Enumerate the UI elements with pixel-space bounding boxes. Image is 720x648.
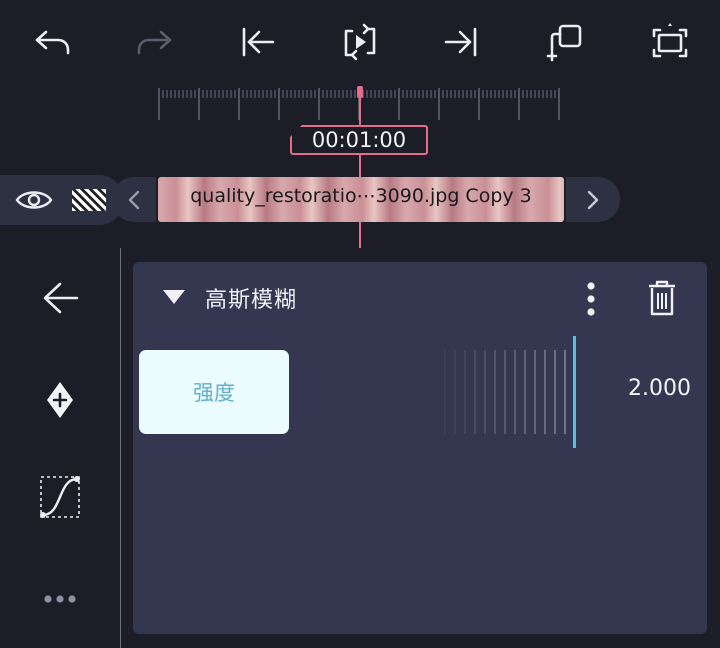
fullscreen-button[interactable] <box>644 16 696 68</box>
clip-next-button[interactable] <box>566 177 620 222</box>
more-horizontal-icon <box>44 595 76 603</box>
copy-add-icon <box>546 24 582 62</box>
skip-to-start-icon <box>242 27 275 57</box>
skip-to-end-icon <box>444 27 477 57</box>
chevron-left-icon <box>128 190 140 209</box>
fullscreen-icon <box>652 23 688 58</box>
redo-button[interactable] <box>129 16 181 68</box>
eye-icon[interactable] <box>14 187 54 217</box>
jump-to-end-button[interactable] <box>436 16 488 68</box>
track-header <box>0 175 124 225</box>
chevron-right-icon <box>587 190 599 209</box>
undo-button[interactable] <box>26 16 78 68</box>
clip-prev-button[interactable] <box>112 177 156 222</box>
effect-panel: 高斯模糊 强度 2.000 <box>133 262 707 634</box>
effect-title: 高斯模糊 <box>205 288 298 313</box>
param-value: 2.000 <box>628 376 691 401</box>
layer-thumbnail <box>72 189 106 211</box>
arrow-left-icon <box>43 282 79 314</box>
add-keyframe-button[interactable] <box>30 375 90 425</box>
jump-to-start-button[interactable] <box>231 16 283 68</box>
curve-button[interactable] <box>30 472 90 522</box>
playhead-handle[interactable] <box>357 86 363 98</box>
undo-icon <box>35 30 70 55</box>
play-loop-button[interactable] <box>334 16 386 68</box>
more-vertical-icon[interactable] <box>581 280 601 322</box>
intensity-slider[interactable] <box>305 336 625 448</box>
slider-indicator[interactable] <box>573 336 576 448</box>
playhead[interactable] <box>359 86 361 248</box>
loop-play-icon <box>344 23 376 61</box>
trash-icon[interactable] <box>645 278 679 322</box>
timeline-clip[interactable]: quality_restoratio⋯3090.jpg Copy 3 <box>158 177 564 222</box>
side-divider <box>120 248 121 648</box>
more-button[interactable] <box>30 574 90 624</box>
collapse-triangle-icon[interactable] <box>161 288 187 310</box>
keyframe-add-icon <box>47 382 73 418</box>
curve-icon <box>40 476 80 518</box>
back-button[interactable] <box>30 273 90 323</box>
clip-label: quality_restoratio⋯3090.jpg Copy 3 <box>190 185 532 207</box>
param-label-button[interactable]: 强度 <box>139 350 289 434</box>
redo-icon <box>137 30 172 55</box>
add-layer-button[interactable] <box>540 16 592 68</box>
param-label: 强度 <box>193 381 235 405</box>
timecode-display: 00:01:00 <box>290 125 428 155</box>
